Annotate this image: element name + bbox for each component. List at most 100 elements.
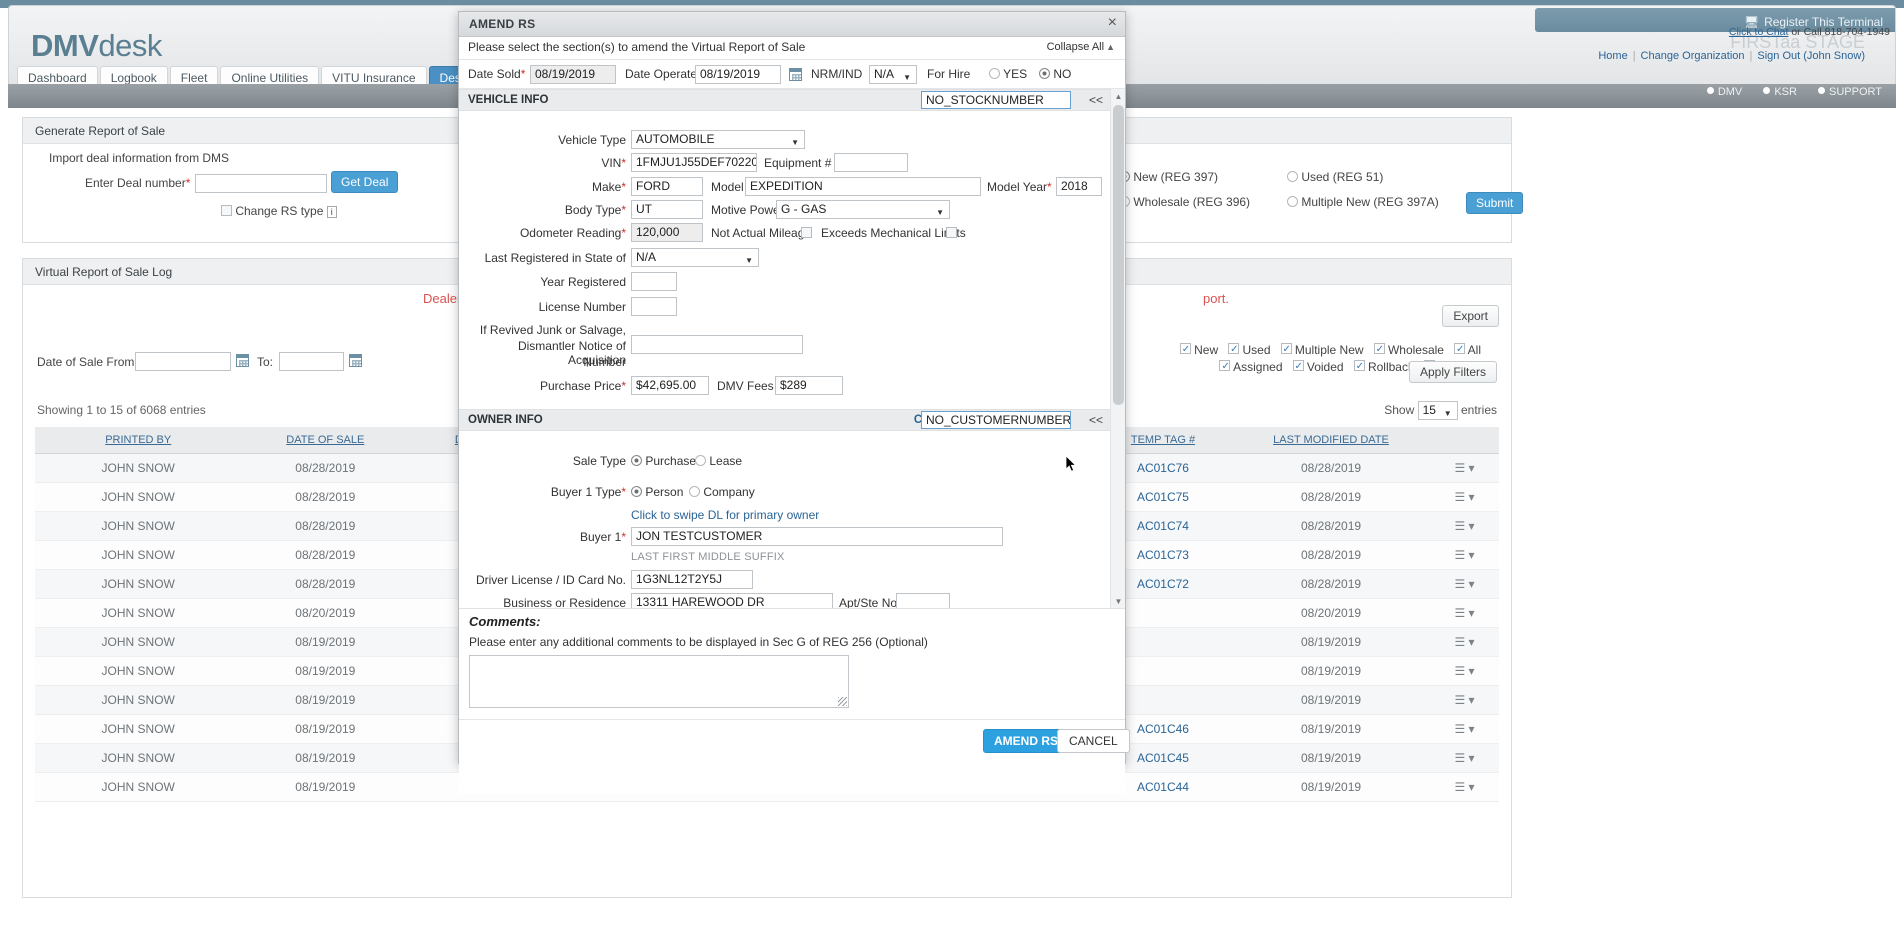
date-to-calendar-icon[interactable]: [349, 354, 362, 367]
scroll-up-icon[interactable]: ▲: [1111, 89, 1125, 104]
model-input[interactable]: EXPEDITION: [745, 177, 981, 196]
resize-grip-icon[interactable]: [838, 697, 847, 706]
date-from-calendar-icon[interactable]: [236, 354, 249, 367]
for-hire-yes-option[interactable]: YES: [989, 67, 1027, 81]
customer-number-input[interactable]: NO_CUSTOMERNUMBER: [921, 411, 1071, 429]
cell-temp-tag-link[interactable]: AC01C76: [1137, 461, 1189, 475]
home-link[interactable]: Home: [1598, 50, 1627, 62]
entries-select[interactable]: 15 ▼: [1417, 401, 1458, 420]
filter-wholesale-checkbox[interactable]: [1373, 343, 1385, 354]
filter-voided[interactable]: Voided: [1292, 360, 1344, 374]
swipe-dl-link[interactable]: Click to swipe DL for primary owner: [631, 508, 819, 522]
status-dmv[interactable]: DMV: [1706, 86, 1742, 98]
scrollbar-thumb[interactable]: [1113, 105, 1124, 405]
filter-all-1-checkbox[interactable]: [1453, 343, 1465, 354]
apt-ste-input[interactable]: [896, 593, 950, 608]
date-to-input[interactable]: [279, 352, 344, 371]
stock-number-input[interactable]: NO_STOCKNUMBER: [921, 91, 1071, 109]
for-hire-yes-radio[interactable]: [989, 68, 1000, 79]
dmv-fees-input[interactable]: $289: [775, 376, 843, 395]
filter-rollback[interactable]: Rollback: [1353, 360, 1414, 374]
deal-number-input[interactable]: [195, 174, 327, 193]
cancel-button[interactable]: CANCEL: [1057, 729, 1130, 753]
sale-type-purchase-radio[interactable]: [631, 455, 642, 466]
row-actions-menu[interactable]: ☰ ▾: [1430, 627, 1499, 657]
buyer1-input[interactable]: JON TESTCUSTOMER: [631, 527, 1003, 546]
export-button[interactable]: Export: [1442, 305, 1499, 327]
cell-temp-tag-link[interactable]: AC01C75: [1137, 490, 1189, 504]
row-actions-menu[interactable]: ☰ ▾: [1430, 656, 1499, 686]
date-operated-input[interactable]: 08/19/2019: [695, 65, 781, 84]
change-organization-link[interactable]: Change Organization: [1641, 50, 1745, 62]
sale-type-lease-radio[interactable]: [695, 455, 706, 466]
row-actions-menu[interactable]: ☰ ▾: [1430, 540, 1499, 570]
collapse-all-button[interactable]: Collapse All ▲: [1047, 41, 1115, 53]
salvage-number-input[interactable]: [631, 335, 803, 354]
filter-all-1[interactable]: All: [1453, 343, 1481, 357]
buyer1-type-company-option[interactable]: Company: [689, 485, 755, 499]
filter-voided-checkbox[interactable]: [1292, 360, 1304, 371]
row-actions-menu[interactable]: ☰ ▾: [1430, 569, 1499, 599]
scroll-down-icon[interactable]: ▼: [1111, 594, 1125, 608]
license-number-input[interactable]: [631, 297, 677, 316]
last-registered-select[interactable]: N/A ▼: [631, 248, 759, 267]
apply-filters-button[interactable]: Apply Filters: [1408, 361, 1497, 383]
option-wholesale[interactable]: Wholesale (REG 396): [1119, 195, 1250, 209]
vehicle-collapse-button[interactable]: <<: [1089, 93, 1103, 107]
row-actions-menu[interactable]: ☰ ▾: [1430, 714, 1499, 744]
buyer1-type-company-radio[interactable]: [689, 486, 700, 497]
purchase-price-input[interactable]: $42,695.00: [631, 376, 709, 395]
filter-new[interactable]: New: [1179, 343, 1218, 357]
option-used-radio[interactable]: [1287, 171, 1298, 182]
odometer-input[interactable]: 120,000: [631, 223, 703, 242]
row-actions-menu[interactable]: ☰ ▾: [1430, 743, 1499, 773]
filter-rollback-checkbox[interactable]: [1353, 360, 1365, 371]
option-used[interactable]: Used (REG 51): [1287, 170, 1383, 184]
owner-collapse-button[interactable]: <<: [1089, 413, 1103, 427]
row-actions-menu[interactable]: ☰ ▾: [1430, 511, 1499, 541]
cell-temp-tag-link[interactable]: AC01C73: [1137, 548, 1189, 562]
col-date-of-sale[interactable]: DATE OF SALE: [241, 427, 410, 454]
sale-type-lease-option[interactable]: Lease: [695, 454, 742, 468]
for-hire-no-option[interactable]: NO: [1039, 67, 1071, 81]
equipment-input[interactable]: [834, 153, 908, 172]
status-support[interactable]: SUPPORT: [1818, 86, 1882, 98]
date-from-input[interactable]: [135, 352, 231, 371]
nrm-ind-select[interactable]: N/A ▼: [869, 65, 917, 84]
vehicle-type-select[interactable]: AUTOMOBILE ▼: [631, 130, 805, 149]
option-new[interactable]: New (REG 397): [1119, 170, 1218, 184]
cell-temp-tag-link[interactable]: AC01C45: [1137, 751, 1189, 765]
col-printed-by[interactable]: PRINTED BY: [35, 427, 242, 454]
row-actions-menu[interactable]: ☰ ▾: [1430, 482, 1499, 512]
for-hire-no-radio[interactable]: [1039, 68, 1050, 79]
buyer1-type-person-radio[interactable]: [631, 486, 642, 497]
get-deal-button[interactable]: Get Deal: [331, 171, 399, 193]
filter-used[interactable]: Used: [1228, 343, 1271, 357]
filter-wholesale[interactable]: Wholesale: [1373, 343, 1444, 357]
row-actions-menu[interactable]: ☰ ▾: [1430, 453, 1499, 483]
not-actual-mileage-checkbox[interactable]: [801, 227, 812, 238]
body-type-input[interactable]: UT: [631, 200, 703, 219]
make-input[interactable]: FORD: [631, 177, 703, 196]
model-year-input[interactable]: 2018: [1056, 177, 1102, 196]
sign-out-link[interactable]: Sign Out (John Snow): [1757, 50, 1865, 62]
row-actions-menu[interactable]: ☰ ▾: [1430, 685, 1499, 715]
sale-type-purchase-option[interactable]: Purchase: [631, 454, 696, 468]
row-actions-menu[interactable]: ☰ ▾: [1430, 598, 1499, 628]
filter-multiple-new[interactable]: Multiple New: [1280, 343, 1364, 357]
year-registered-input[interactable]: [631, 272, 677, 291]
row-actions-menu[interactable]: ☰ ▾: [1430, 772, 1499, 802]
option-multiple-new-radio[interactable]: [1287, 196, 1298, 207]
address-input[interactable]: 13311 HAREWOOD DR: [631, 593, 833, 608]
cell-temp-tag-link[interactable]: AC01C44: [1137, 780, 1189, 794]
cell-temp-tag-link[interactable]: AC01C46: [1137, 722, 1189, 736]
status-ksr[interactable]: KSR: [1763, 86, 1797, 98]
filter-multiple-new-checkbox[interactable]: [1280, 343, 1292, 354]
filter-used-checkbox[interactable]: [1228, 343, 1240, 354]
change-rs-type-checkbox[interactable]: [221, 205, 232, 216]
submit-button[interactable]: Submit: [1466, 192, 1524, 214]
modal-scrollbar[interactable]: ▲ ▼: [1110, 89, 1125, 608]
option-multiple-new[interactable]: Multiple New (REG 397A): [1287, 195, 1439, 209]
click-to-chat-link[interactable]: Click to Chat: [1729, 26, 1789, 38]
close-icon[interactable]: ×: [1108, 14, 1117, 32]
